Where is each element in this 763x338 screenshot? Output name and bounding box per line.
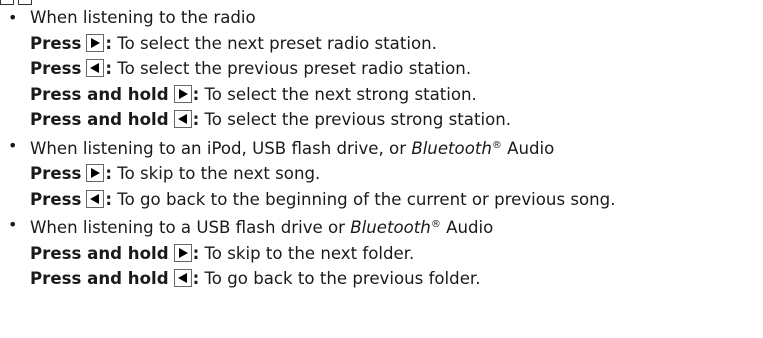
instruction-row: Press and hold: To go back to the previo… bbox=[8, 266, 758, 292]
colon: : bbox=[105, 189, 112, 209]
action-description: To skip to the next folder. bbox=[199, 243, 415, 263]
action-label: Press bbox=[30, 33, 82, 53]
bullet-item: When listening to the radio bbox=[8, 5, 758, 31]
action-label: Press bbox=[30, 164, 82, 183]
right-arrow-icon bbox=[86, 33, 105, 52]
right-arrow-icon bbox=[173, 243, 192, 262]
left-arrow-icon bbox=[173, 110, 192, 128]
right-arrow-icon bbox=[173, 84, 192, 103]
action-label: Press bbox=[30, 59, 82, 78]
registered-mark: ® bbox=[430, 219, 441, 230]
bullet-item: When listening to a USB flash drive or B… bbox=[8, 212, 758, 241]
action-description: To go back to the beginning of the curre… bbox=[112, 189, 616, 209]
bullet-text: When listening to an iPod, USB flash dri… bbox=[30, 138, 412, 158]
instruction-row: Press: To skip to the next song. bbox=[8, 161, 758, 187]
colon: : bbox=[105, 33, 112, 53]
bullet-text-end: Audio bbox=[440, 218, 494, 237]
right-arrow-icon bbox=[86, 164, 105, 182]
instruction-row: Press: To select the previous preset rad… bbox=[8, 56, 758, 82]
instruction-row: Press and hold: To skip to the next fold… bbox=[8, 241, 758, 267]
action-description: To select the next strong station. bbox=[199, 84, 477, 104]
instruction-row: Press: To go back to the beginning of th… bbox=[8, 187, 758, 213]
instructions: When listening to the radio Press: To se… bbox=[8, 5, 758, 292]
instruction-row: Press: To select the next preset radio s… bbox=[8, 31, 758, 57]
action-label: Press and hold bbox=[30, 243, 169, 263]
bluetooth-text: Bluetooth bbox=[411, 138, 492, 158]
left-arrow-icon bbox=[86, 189, 105, 208]
action-description: To skip to the next song. bbox=[112, 164, 321, 183]
colon: : bbox=[105, 164, 112, 183]
bullet-item: When listening to an iPod, USB flash dri… bbox=[8, 133, 758, 162]
action-label: Press and hold bbox=[30, 110, 169, 129]
instruction-row: Press and hold: To select the next stron… bbox=[8, 82, 758, 108]
bluetooth-text: Bluetooth bbox=[350, 218, 431, 237]
bullet-text: When listening to the radio bbox=[30, 8, 256, 27]
action-label: Press bbox=[30, 189, 82, 209]
action-label: Press and hold bbox=[30, 84, 169, 104]
left-arrow-icon bbox=[173, 269, 192, 287]
colon: : bbox=[105, 59, 112, 78]
bullet-text-end: Audio bbox=[501, 138, 555, 158]
bullet-text: When listening to a USB flash drive or bbox=[30, 218, 351, 237]
instruction-row: Press and hold: To select the previous s… bbox=[8, 107, 758, 133]
left-arrow-icon bbox=[86, 59, 105, 77]
action-label: Press and hold bbox=[30, 269, 169, 288]
action-description: To go back to the previous folder. bbox=[199, 269, 481, 288]
registered-mark: ® bbox=[491, 139, 502, 151]
action-description: To select the next preset radio station. bbox=[112, 33, 437, 53]
action-description: To select the previous preset radio stat… bbox=[112, 59, 472, 78]
action-description: To select the previous strong station. bbox=[199, 110, 512, 129]
